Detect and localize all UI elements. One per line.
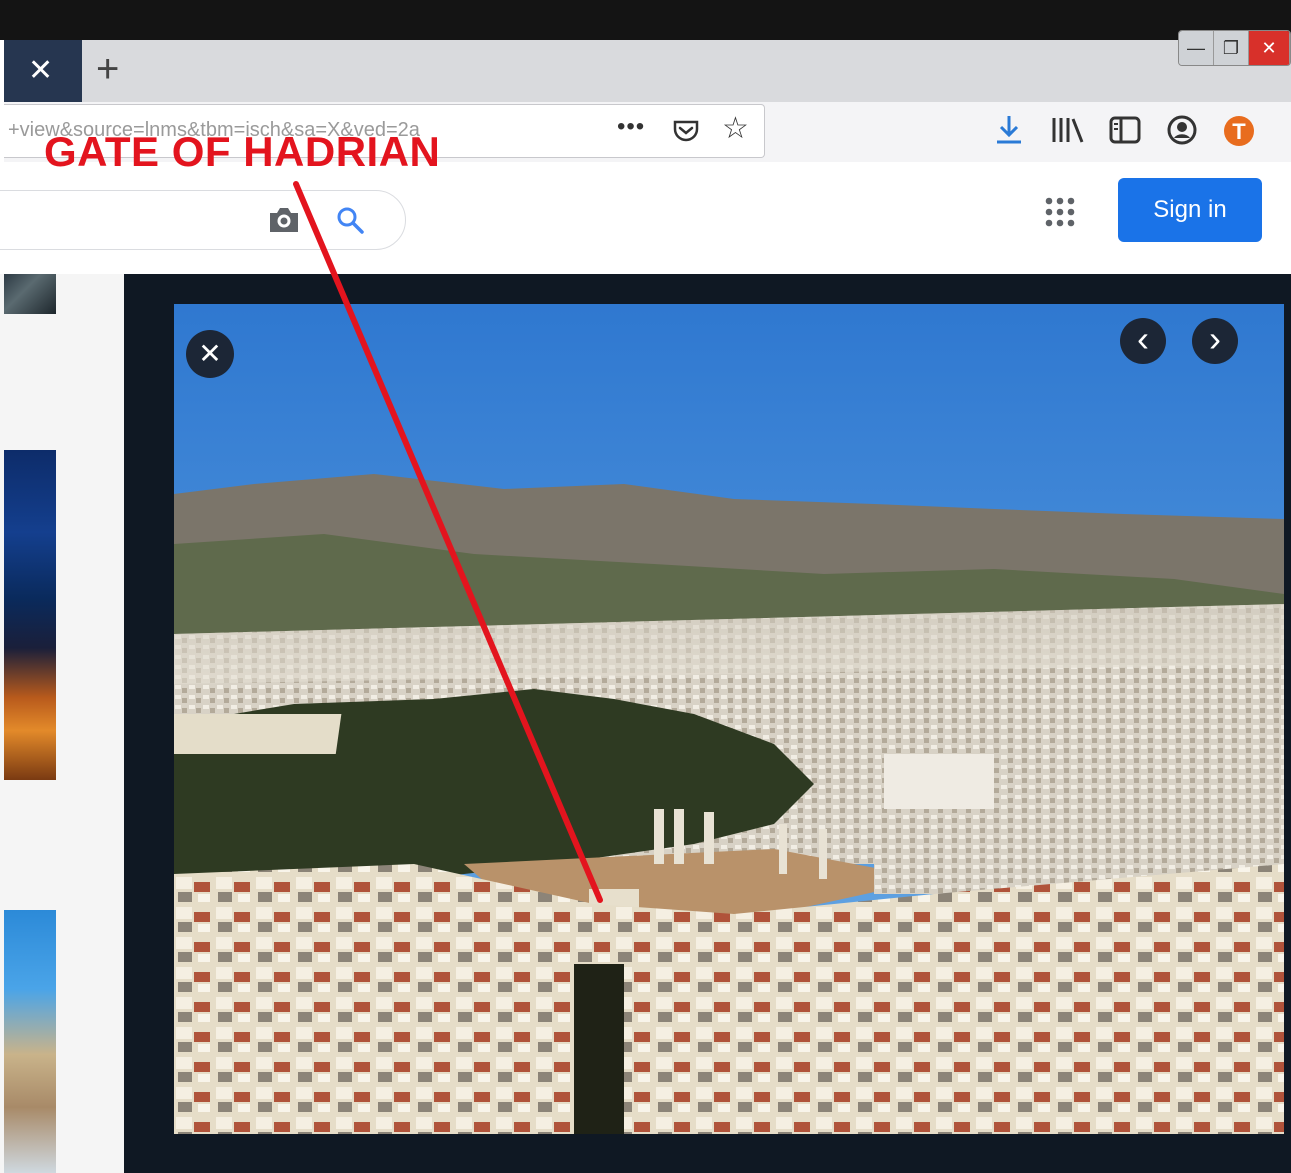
results-column bbox=[0, 274, 124, 1173]
maximize-button[interactable]: ❐ bbox=[1214, 31, 1249, 65]
image-viewer: ✕ ‹ › bbox=[124, 274, 1291, 1173]
thumbnail-result[interactable] bbox=[4, 910, 56, 1173]
thumbnail-result[interactable] bbox=[4, 450, 56, 780]
thumbnail-result[interactable] bbox=[4, 274, 56, 314]
new-tab-button[interactable]: + bbox=[96, 48, 119, 90]
window-close-button[interactable]: ✕ bbox=[1249, 31, 1290, 65]
athens-aerial-photo[interactable] bbox=[174, 304, 1284, 1134]
search-icon[interactable] bbox=[335, 205, 365, 235]
profile-icon[interactable]: T bbox=[1222, 114, 1256, 148]
close-icon: ✕ bbox=[198, 338, 222, 369]
chevron-right-icon: › bbox=[1209, 318, 1221, 359]
window-controls: — ❐ ✕ bbox=[1178, 30, 1291, 66]
active-tab[interactable]: ✕ bbox=[4, 40, 82, 102]
google-header: Sign in bbox=[0, 162, 1291, 274]
profile-initial: T bbox=[1232, 119, 1246, 144]
pocket-icon[interactable] bbox=[672, 117, 700, 145]
previous-image-button[interactable]: ‹ bbox=[1120, 318, 1166, 364]
download-icon[interactable] bbox=[994, 114, 1024, 146]
tab-bar: ✕ + — ❐ ✕ bbox=[4, 30, 1291, 102]
page-actions-button[interactable]: ••• bbox=[617, 113, 645, 141]
account-icon[interactable] bbox=[1166, 114, 1198, 146]
bookmark-star-icon[interactable]: ☆ bbox=[722, 113, 749, 145]
camera-icon[interactable] bbox=[267, 205, 301, 235]
viewer-close-button[interactable]: ✕ bbox=[186, 330, 234, 378]
minimize-button[interactable]: — bbox=[1179, 31, 1214, 65]
apps-grid-icon[interactable] bbox=[1044, 196, 1076, 228]
monitor-bezel bbox=[0, 0, 1291, 40]
tab-close-button[interactable]: ✕ bbox=[28, 54, 53, 88]
sidebar-icon[interactable] bbox=[1108, 114, 1142, 146]
chevron-left-icon: ‹ bbox=[1137, 318, 1149, 359]
annotation-label: GATE OF HADRIAN bbox=[44, 128, 441, 175]
search-input[interactable] bbox=[0, 190, 406, 250]
sign-in-button[interactable]: Sign in bbox=[1118, 178, 1262, 242]
library-icon[interactable] bbox=[1050, 114, 1086, 146]
next-image-button[interactable]: › bbox=[1192, 318, 1238, 364]
